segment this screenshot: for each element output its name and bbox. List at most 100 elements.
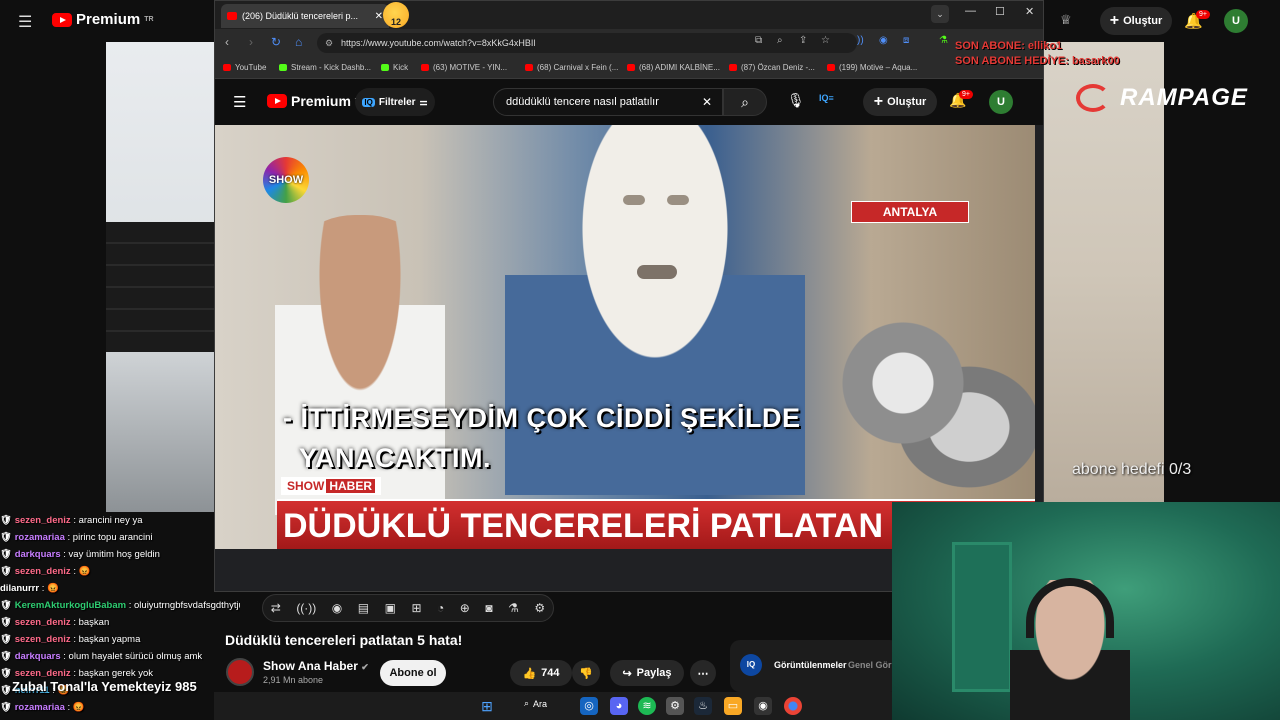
chrome-icon[interactable]: [784, 697, 802, 715]
bookmark-label: (68) Carnival x Fein (...: [537, 63, 619, 72]
chat-message: 🛡 KeremAkturkogluBabam : oluiyutrngbfsvd…: [0, 597, 240, 614]
trophy-icon[interactable]: ♕: [1060, 12, 1072, 28]
taskbar-search[interactable]: ⌕ Ara: [524, 698, 547, 709]
filters-button[interactable]: IQ Filtreler ⚌: [355, 88, 435, 116]
bookmarks-bar: YouTube Stream - Kick Dashb... Kick (63)…: [215, 57, 1043, 79]
spotify-icon[interactable]: ≋: [638, 697, 656, 715]
tab-search-icon[interactable]: ⌄: [931, 5, 949, 23]
chat-message: 🛡 sezen_deniz : 😡: [0, 566, 91, 577]
file-explorer-icon[interactable]: ▭: [724, 697, 742, 715]
bookmark-item[interactable]: Kick: [381, 63, 408, 72]
share-page-icon[interactable]: ⇪: [799, 35, 807, 46]
window-close-icon[interactable]: ✕: [1025, 5, 1034, 18]
home-icon[interactable]: ⌂: [295, 35, 302, 49]
cast-icon[interactable]: ⧉: [755, 35, 762, 46]
chat-text: : 😡: [67, 702, 85, 713]
youtube-logo[interactable]: Premium TR: [267, 93, 364, 109]
chat-text: : arancini ney ya: [73, 515, 143, 526]
bookmark-item[interactable]: (68) Carnival x Fein (...: [525, 63, 618, 72]
iq-list-icon[interactable]: IQ≡: [819, 93, 834, 103]
bookmark-item[interactable]: Stream - Kick Dashb...: [279, 63, 371, 72]
menu-icon[interactable]: ☰: [233, 93, 246, 111]
dislike-button[interactable]: 👎: [572, 660, 600, 686]
bookmark-item[interactable]: (87) Özcan Deniz -...: [729, 63, 815, 72]
video-title: Düdüklü tencereleri patlatan 5 hata!: [225, 632, 463, 648]
youtube-bookmark-icon: [525, 64, 533, 71]
close-tab-icon[interactable]: ✕: [375, 11, 383, 22]
chat-user: sezen_deniz: [14, 668, 71, 679]
outer-create-button[interactable]: + Oluştur: [1100, 7, 1172, 35]
subtitle-line-2: YANACAKTIM.: [299, 443, 492, 473]
more-actions-button[interactable]: ⋯: [690, 660, 716, 686]
loop-icon[interactable]: ⇄: [271, 601, 281, 615]
chat-text: : başkan: [73, 617, 110, 628]
share-button[interactable]: ↪ Paylaş: [610, 660, 684, 686]
menu-icon[interactable]: ☰: [18, 12, 32, 32]
outer-youtube-logo[interactable]: Premium TR: [52, 11, 154, 28]
last-subscriber: SON ABONE: elliko1: [955, 40, 1063, 52]
video-player[interactable]: SHOW ANTALYA - İTTİRMESEYDİM ÇOK CİDDİ Ş…: [215, 125, 1035, 549]
new-tab-avatar[interactable]: 12: [383, 2, 409, 28]
bookmark-item[interactable]: (63) MOTIVE - YIN...: [421, 63, 507, 72]
settings-gear-icon[interactable]: ⚙: [534, 601, 545, 615]
discord-icon[interactable]: ◕: [610, 697, 628, 715]
kick-bookmark-icon: [381, 64, 389, 71]
avatar[interactable]: U: [989, 90, 1013, 114]
subscribe-button[interactable]: Abone ol: [380, 660, 446, 686]
app-icon-1[interactable]: ◎: [580, 697, 598, 715]
reload-icon[interactable]: ↻: [271, 35, 281, 49]
bookmark-item[interactable]: YouTube: [223, 63, 266, 72]
camera-icon[interactable]: ◙: [485, 601, 492, 615]
search-input[interactable]: ddüdüklü tencere nasıl patlatılır ✕: [493, 88, 723, 116]
views-tab[interactable]: Görüntülenmeler: [774, 660, 847, 670]
bookmark-item[interactable]: (199) Motive – Aqua...: [827, 63, 917, 72]
create-button[interactable]: + Oluştur: [863, 88, 937, 116]
chat-user: sezen_deniz: [14, 515, 71, 526]
browser-tab-active[interactable]: (206) Düdüklü tencereleri p... ✕: [221, 4, 389, 28]
flask-icon[interactable]: ⚗: [508, 601, 519, 615]
speed-icon[interactable]: ◔: [437, 601, 444, 615]
subtitles-icon[interactable]: ⊞: [411, 601, 421, 615]
add-clip-icon[interactable]: ⊕: [460, 601, 470, 615]
mask-eye: [623, 195, 645, 205]
bookmark-label: (68) ADIMI KALBİNE...: [639, 63, 720, 72]
microphone-icon[interactable]: 🎙: [787, 92, 805, 109]
obs-icon[interactable]: ◉: [754, 697, 772, 715]
extension-circle-icon[interactable]: ◉: [879, 35, 888, 46]
like-button[interactable]: 👍 744: [510, 660, 572, 686]
clear-search-icon[interactable]: ✕: [702, 89, 712, 115]
steam-icon[interactable]: ♨: [694, 697, 712, 715]
iq-badge-icon: IQ: [740, 654, 762, 676]
outer-avatar[interactable]: U: [1224, 9, 1248, 33]
minimize-icon[interactable]: —: [965, 5, 976, 17]
kitchen-counter: [106, 352, 214, 512]
settings-app-icon[interactable]: ⚙: [666, 697, 684, 715]
channel-name[interactable]: Show Ana Haber ✔: [263, 659, 369, 673]
site-info-icon[interactable]: ⚙: [325, 33, 333, 53]
windows-start-icon[interactable]: ⊞: [478, 697, 496, 715]
lab-icon[interactable]: ⚗: [939, 35, 948, 46]
clapper-icon[interactable]: ▤: [358, 601, 369, 615]
kitchen-camera-left: [106, 42, 214, 512]
like-count: 744: [541, 667, 560, 679]
back-icon[interactable]: ‹: [225, 35, 229, 49]
bookmark-item[interactable]: (68) ADIMI KALBİNE...: [627, 63, 720, 72]
forward-icon[interactable]: ›: [249, 35, 253, 49]
stream-bottom-caption: Zubal Tonal'la Yemekteyiz 985: [12, 679, 197, 694]
address-bar[interactable]: ⚙ https://www.youtube.com/watch?v=8xKkG4…: [317, 33, 857, 53]
extension-wave-icon[interactable]: )): [857, 35, 864, 46]
chat-message: 🛡 sezen_deniz : başkan: [0, 617, 110, 628]
haber-tag-text: HABER: [326, 479, 376, 493]
audio-wave-icon[interactable]: ((·)): [296, 601, 316, 615]
thumbs-up-icon: 👍: [522, 667, 537, 680]
create-label: Oluştur: [887, 96, 927, 108]
frame-icon[interactable]: ▣: [385, 601, 396, 615]
eye-icon[interactable]: ◉: [332, 601, 342, 615]
iq-icon: IQ: [362, 97, 375, 107]
bookmark-icon[interactable]: ☆: [821, 35, 830, 46]
zoom-icon[interactable]: ⌕: [777, 35, 783, 46]
extensions-icon[interactable]: ⧈: [903, 35, 909, 46]
search-button[interactable]: ⌕: [723, 88, 767, 116]
maximize-icon[interactable]: ☐: [995, 5, 1005, 18]
general-tab[interactable]: Genel Görü: [848, 660, 897, 670]
